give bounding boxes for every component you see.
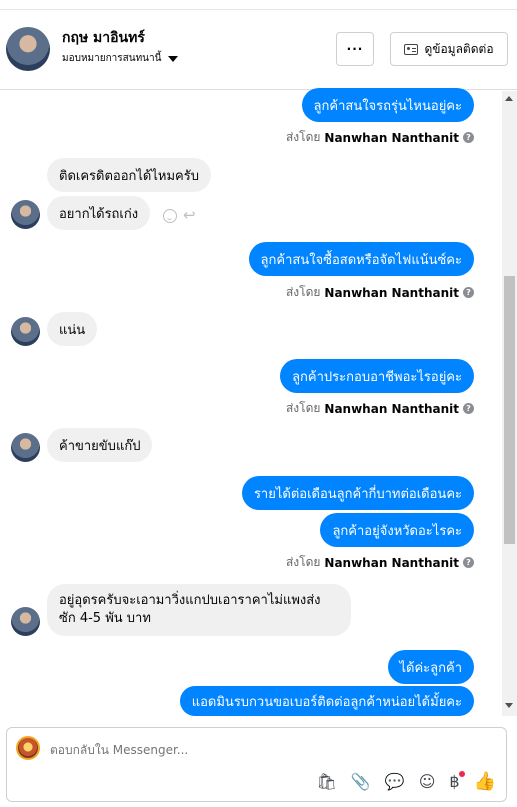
page-avatar <box>16 736 40 760</box>
message-incoming: ค้าขายขับแก๊ป <box>47 428 153 462</box>
help-icon[interactable]: ? <box>463 287 474 298</box>
message-outgoing: ลูกค้าสนใจรถรุ่นไหนอยู่คะ <box>301 88 474 122</box>
message-incoming: อยู่อุดรครับจะเอามาวิ่งแกปบเอาราคาไม่แพง… <box>47 584 351 636</box>
sender-name: Nanwhan Nanthanit <box>324 401 459 416</box>
caret-down-icon <box>168 55 179 62</box>
message-incoming: ติดเครดิตออกได้ไหมครับ <box>47 158 211 192</box>
avatar[interactable] <box>11 607 40 636</box>
sent-by-prefix: ส่งโดย <box>285 130 321 144</box>
conversation-header: กฤษ มาอินทร์ มอบหมายการสนทนานี้ ··· ดูข้… <box>0 0 517 90</box>
sent-by: ส่งโดย Nanwhan Nanthanit ? <box>286 283 474 302</box>
sent-by: ส่งโดย Nanwhan Nanthanit ? <box>286 128 474 147</box>
avatar[interactable] <box>11 200 40 229</box>
scroll-down-arrow-icon[interactable] <box>505 703 513 708</box>
shopping-bag-icon[interactable]: 🛍 <box>317 774 337 790</box>
avatar[interactable] <box>11 433 40 462</box>
sent-by: ส่งโดย Nanwhan Nanthanit ? <box>286 553 474 572</box>
composer-toolbar: 🛍 📎 💬 ☺ ฿ 👍 <box>317 771 496 791</box>
assign-conversation-dropdown[interactable]: มอบหมายการสนทนานี้ <box>62 51 179 66</box>
message-incoming: แน่น <box>47 312 98 346</box>
sender-name: Nanwhan Nanthanit <box>324 555 459 570</box>
help-icon[interactable]: ? <box>463 403 474 414</box>
help-icon[interactable]: ? <box>463 557 474 568</box>
avatar[interactable] <box>6 27 50 71</box>
emoji-icon[interactable]: ☺ <box>419 774 436 790</box>
more-icon: ··· <box>346 42 364 56</box>
react-smiley-icon[interactable] <box>163 208 177 223</box>
message-outgoing: รายได้ต่อเดือนลูกค้ากี่บาทต่อเดือนคะ <box>241 476 474 510</box>
contact-card-icon <box>404 43 419 55</box>
sent-by-prefix: ส่งโดย <box>285 401 321 415</box>
saved-replies-icon[interactable]: 💬 <box>385 774 405 790</box>
reply-composer: 🛍 📎 💬 ☺ ฿ 👍 <box>6 727 507 802</box>
message-actions: ↩ <box>163 208 196 223</box>
sent-by-prefix: ส่งโดย <box>285 555 321 569</box>
assign-label: มอบหมายการสนทนานี้ <box>62 53 162 64</box>
message-line: อยู่อุดรครับจะเอามาวิ่งแกปบเอาราคาไม่แพง… <box>59 593 321 608</box>
contact-name[interactable]: กฤษ มาอินทร์ <box>62 27 145 49</box>
attachment-icon[interactable]: 📎 <box>351 774 371 790</box>
reply-icon[interactable]: ↩ <box>183 208 196 223</box>
scroll-up-arrow-icon[interactable] <box>505 96 513 101</box>
sent-by: ส่งโดย Nanwhan Nanthanit ? <box>286 399 474 418</box>
more-options-button[interactable]: ··· <box>336 32 374 66</box>
avatar[interactable] <box>11 317 40 346</box>
message-outgoing: ได้ค่ะลูกค้า <box>387 650 474 684</box>
sender-name: Nanwhan Nanthanit <box>324 285 459 300</box>
sent-by-prefix: ส่งโดย <box>285 285 321 299</box>
view-contact-label: ดูข้อมูลติดต่อ <box>424 41 494 56</box>
notification-dot <box>458 771 465 777</box>
reply-input[interactable] <box>50 743 470 757</box>
sender-name: Nanwhan Nanthanit <box>324 130 459 145</box>
view-contact-button[interactable]: ดูข้อมูลติดต่อ <box>390 32 508 66</box>
message-line: ซัก 4-5 พัน บาท <box>59 611 151 626</box>
message-outgoing: แอดมินรบกวนขอเบอร์ติดต่อลูกค้าหน่อยได้มั… <box>179 686 474 716</box>
message-outgoing: ลูกค้าสนใจซื้อสดหรือจัดไฟแน้นซ์คะ <box>248 242 474 276</box>
message-incoming: อยากได้รถเก่ง <box>47 196 151 230</box>
like-icon[interactable]: 👍 <box>474 773 496 791</box>
payment-baht-icon[interactable]: ฿ <box>449 771 465 790</box>
help-icon[interactable]: ? <box>463 132 474 143</box>
scrollbar-thumb[interactable] <box>504 276 515 544</box>
divider <box>0 9 517 10</box>
message-outgoing: ลูกค้าประกอบอาชีพอะไรอยู่คะ <box>280 359 474 393</box>
message-outgoing: ลูกค้าอยู่จังหวัดอะไรคะ <box>320 513 474 547</box>
